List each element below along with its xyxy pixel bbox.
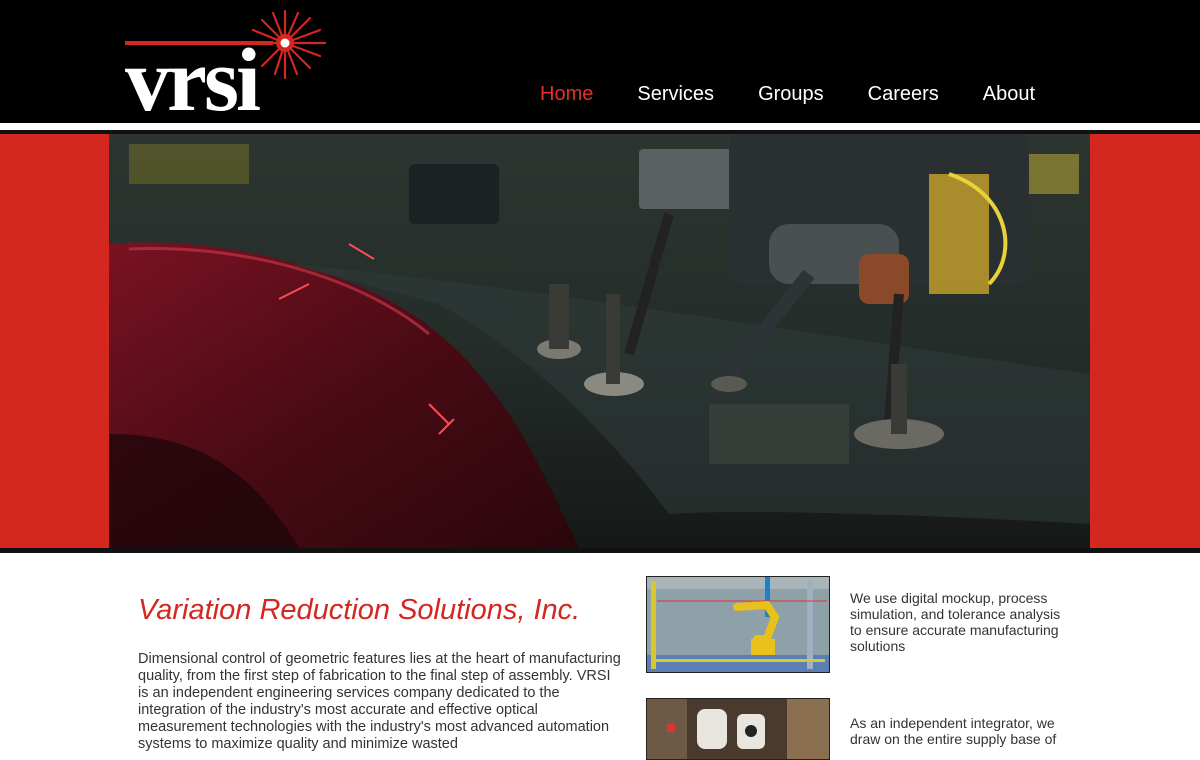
hero-image: [109, 134, 1090, 548]
page-headline: Variation Reduction Solutions, Inc.: [138, 594, 581, 626]
feature-integrator-text: As an independent integrator, we draw on…: [850, 715, 1057, 747]
nav-item-careers[interactable]: Careers: [868, 81, 939, 109]
logo-wordmark: vrsi: [125, 31, 260, 113]
intro-paragraph: Dimensional control of geometric feature…: [138, 651, 621, 752]
vrsi-logo[interactable]: vrsi: [125, 8, 330, 130]
site-header: vrsi Home Services Groups Careers About: [0, 0, 1200, 130]
main-nav: Home Services Groups Careers About: [540, 81, 1035, 109]
nav-item-home[interactable]: Home: [540, 81, 593, 109]
feature-simulation-text: We use digital mockup, process simulatio…: [850, 590, 1061, 654]
nav-item-about[interactable]: About: [983, 81, 1035, 109]
integration-thumbnail[interactable]: [646, 698, 830, 760]
simulation-thumbnail[interactable]: [646, 576, 830, 673]
header-divider: [0, 123, 1200, 130]
hero-divider: [0, 548, 1200, 553]
nav-item-groups[interactable]: Groups: [758, 81, 824, 109]
nav-item-services[interactable]: Services: [637, 81, 714, 109]
